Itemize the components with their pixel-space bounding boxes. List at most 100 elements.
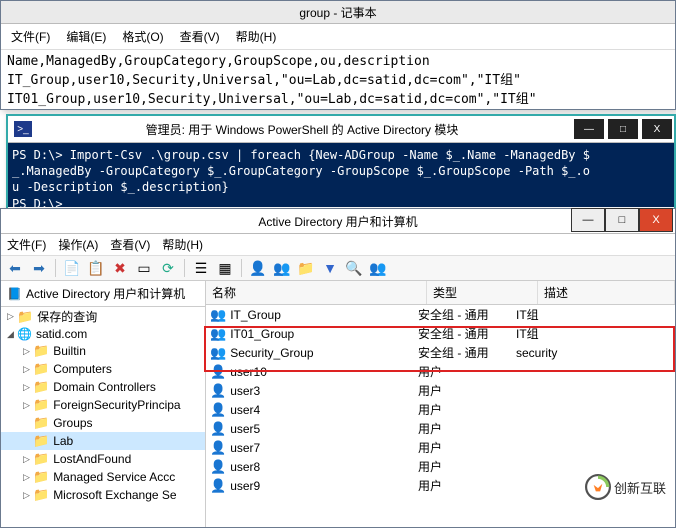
ps-line: PS D:\> Import-Csv .\group.csv | foreach… bbox=[12, 148, 590, 162]
find-icon[interactable]: 🔍 bbox=[344, 258, 364, 278]
expand-icon[interactable]: ▷ bbox=[23, 400, 33, 411]
expand-icon[interactable]: ▷ bbox=[23, 346, 33, 357]
cell-name: user3 bbox=[230, 384, 260, 398]
list-row[interactable]: 👤user7用户 bbox=[206, 438, 675, 457]
separator-icon bbox=[55, 259, 56, 277]
tree-builtin[interactable]: ▷ 📁 Builtin bbox=[1, 342, 205, 360]
close-button[interactable]: X bbox=[641, 118, 673, 140]
aduc-toolbar[interactable]: ⬅ ➡ 📄 📋 ✖ ▭ ⟳ ☰ ▦ 👤 👥 📁 ▼ 🔍 👥 bbox=[1, 256, 675, 281]
cut-icon[interactable]: 📋 bbox=[86, 258, 106, 278]
new-ou-icon[interactable]: 📁 bbox=[296, 258, 316, 278]
tree-root[interactable]: 📘 Active Directory 用户和计算机 bbox=[1, 283, 205, 307]
tree-label: LostAndFound bbox=[53, 452, 131, 466]
properties-icon[interactable]: ▭ bbox=[134, 258, 154, 278]
tree-fsp[interactable]: ▷ 📁 ForeignSecurityPrincipa bbox=[1, 396, 205, 414]
list-header[interactable]: 名称 类型 描述 bbox=[206, 281, 675, 305]
menu-file[interactable]: 文件(F) bbox=[7, 236, 46, 253]
tree-saved-queries[interactable]: ▷ 📁 保存的查询 bbox=[1, 307, 205, 326]
aduc-root-icon: 📘 bbox=[7, 287, 22, 301]
list-rows: 👥IT_Group安全组 - 通用IT组👥IT01_Group安全组 - 通用I… bbox=[206, 305, 675, 495]
powershell-win-buttons: — □ X bbox=[572, 118, 674, 140]
new-user-icon[interactable]: 👤 bbox=[248, 258, 268, 278]
watermark-logo-icon bbox=[585, 474, 611, 500]
list-row[interactable]: 👤user3用户 bbox=[206, 381, 675, 400]
filter-icon[interactable]: ▼ bbox=[320, 258, 340, 278]
cell-type: 用户 bbox=[418, 439, 516, 456]
back-icon[interactable]: ⬅ bbox=[5, 258, 25, 278]
group-icon: 👥 bbox=[210, 326, 226, 342]
minimize-button[interactable]: — bbox=[573, 118, 605, 140]
menu-help[interactable]: 帮助(H) bbox=[232, 26, 281, 47]
list-row[interactable]: 👥IT01_Group安全组 - 通用IT组 bbox=[206, 324, 675, 343]
cell-desc: IT组 bbox=[516, 306, 675, 323]
close-button[interactable]: X bbox=[639, 208, 673, 232]
minimize-button[interactable]: — bbox=[571, 208, 605, 232]
tree-label: Lab bbox=[53, 434, 73, 448]
menu-file[interactable]: 文件(F) bbox=[7, 26, 54, 47]
ps-line: u -Description $_.description} bbox=[12, 180, 229, 194]
notepad-menubar[interactable]: 文件(F) 编辑(E) 格式(O) 查看(V) 帮助(H) bbox=[1, 24, 675, 50]
notepad-titlebar[interactable]: group - 记事本 bbox=[1, 1, 675, 24]
col-header-desc[interactable]: 描述 bbox=[538, 281, 675, 304]
user-icon: 👤 bbox=[210, 459, 226, 475]
expand-icon[interactable]: ▷ bbox=[23, 472, 33, 483]
folder-icon: 📁 bbox=[33, 487, 49, 503]
maximize-button[interactable]: □ bbox=[605, 208, 639, 232]
menu-view[interactable]: 查看(V) bbox=[176, 26, 224, 47]
tree-label: 保存的查询 bbox=[37, 308, 97, 325]
powershell-titlebar[interactable]: >_ 管理员: 用于 Windows PowerShell 的 Active D… bbox=[8, 116, 674, 143]
tree-domain-controllers[interactable]: ▷ 📁 Domain Controllers bbox=[1, 378, 205, 396]
expand-icon[interactable]: ▷ bbox=[23, 490, 33, 501]
tree-label: Domain Controllers bbox=[53, 380, 156, 394]
menu-help[interactable]: 帮助(H) bbox=[162, 236, 203, 253]
folder-icon: 📁 bbox=[33, 469, 49, 485]
delete-icon[interactable]: ✖ bbox=[110, 258, 130, 278]
tree-mes[interactable]: ▷ 📁 Microsoft Exchange Se bbox=[1, 486, 205, 504]
expand-icon[interactable]: ▷ bbox=[7, 311, 17, 322]
new-group-icon[interactable]: 👥 bbox=[272, 258, 292, 278]
list-icon[interactable]: ☰ bbox=[191, 258, 211, 278]
collapse-icon[interactable]: ◢ bbox=[7, 329, 17, 340]
list-row[interactable]: 👤user5用户 bbox=[206, 419, 675, 438]
menu-view[interactable]: 查看(V) bbox=[110, 236, 150, 253]
col-header-name[interactable]: 名称 bbox=[206, 281, 427, 304]
menu-edit[interactable]: 编辑(E) bbox=[62, 26, 110, 47]
tree-groups[interactable]: 📁 Groups bbox=[1, 414, 205, 432]
folder-icon: 📁 bbox=[33, 415, 49, 431]
up-icon[interactable]: 📄 bbox=[62, 258, 82, 278]
list-row[interactable]: 👤user4用户 bbox=[206, 400, 675, 419]
forward-icon[interactable]: ➡ bbox=[29, 258, 49, 278]
aduc-titlebar[interactable]: Active Directory 用户和计算机 — □ X bbox=[1, 209, 675, 234]
refresh-icon[interactable]: ⟳ bbox=[158, 258, 178, 278]
tree-lostandfound[interactable]: ▷ 📁 LostAndFound bbox=[1, 450, 205, 468]
list-row[interactable]: 👥IT_Group安全组 - 通用IT组 bbox=[206, 305, 675, 324]
expand-icon[interactable]: ▷ bbox=[23, 382, 33, 393]
add-to-group-icon[interactable]: 👥 bbox=[368, 258, 388, 278]
maximize-button[interactable]: □ bbox=[607, 118, 639, 140]
tree-label: Groups bbox=[53, 416, 92, 430]
aduc-menubar[interactable]: 文件(F) 操作(A) 查看(V) 帮助(H) bbox=[1, 234, 675, 256]
notepad-content[interactable]: Name,ManagedBy,GroupCategory,GroupScope,… bbox=[1, 50, 675, 111]
tree-computers[interactable]: ▷ 📁 Computers bbox=[1, 360, 205, 378]
notepad-line: IT01_Group,user10,Security,Universal,"ou… bbox=[7, 88, 669, 107]
tree-domain[interactable]: ◢ 🌐 satid.com bbox=[1, 326, 205, 342]
tree-msa[interactable]: ▷ 📁 Managed Service Accc bbox=[1, 468, 205, 486]
menu-action[interactable]: 操作(A) bbox=[58, 236, 98, 253]
menu-format[interactable]: 格式(O) bbox=[118, 26, 167, 47]
tree-pane[interactable]: 📘 Active Directory 用户和计算机 ▷ 📁 保存的查询 ◢ 🌐 … bbox=[1, 281, 206, 527]
cell-name: IT_Group bbox=[230, 308, 281, 322]
cell-type: 用户 bbox=[418, 382, 516, 399]
powershell-content[interactable]: PS D:\> Import-Csv .\group.csv | foreach… bbox=[8, 143, 674, 207]
aduc-window: Active Directory 用户和计算机 — □ X 文件(F) 操作(A… bbox=[0, 208, 676, 528]
col-header-type[interactable]: 类型 bbox=[427, 281, 538, 304]
expand-icon[interactable]: ▷ bbox=[23, 454, 33, 465]
powershell-window: >_ 管理员: 用于 Windows PowerShell 的 Active D… bbox=[6, 114, 676, 210]
list-row[interactable]: 👥Security_Group安全组 - 通用security bbox=[206, 343, 675, 362]
details-icon[interactable]: ▦ bbox=[215, 258, 235, 278]
watermark: 创新互联 bbox=[585, 474, 666, 500]
expand-icon[interactable]: ▷ bbox=[23, 364, 33, 375]
tree-lab[interactable]: 📁 Lab bbox=[1, 432, 205, 450]
cell-name: user7 bbox=[230, 441, 260, 455]
list-row[interactable]: 👤user10用户 bbox=[206, 362, 675, 381]
group-icon: 👥 bbox=[210, 345, 226, 361]
